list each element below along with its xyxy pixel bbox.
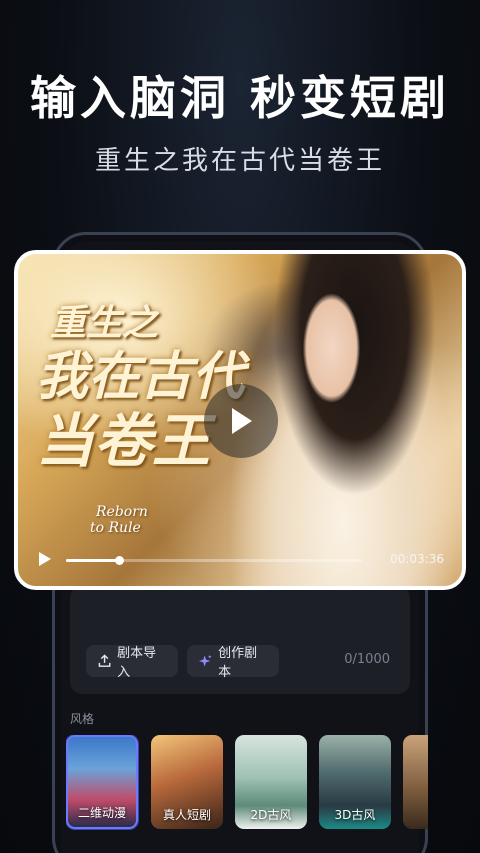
create-script-label: 创作剧本 xyxy=(218,646,258,680)
style-card-live-action[interactable]: 真人短剧 xyxy=(151,735,223,829)
style-card-list: 二维动漫 真人短剧 2D古风 3D古风 写 xyxy=(66,735,428,833)
style-card-label: 二维动漫 xyxy=(77,806,126,820)
style-card-2d-ancient[interactable]: 2D古风 xyxy=(235,735,307,829)
play-icon xyxy=(232,408,252,434)
style-card-label: 2D古风 xyxy=(250,808,292,822)
style-card-label: 真人短剧 xyxy=(162,808,211,822)
style-card-label: 3D古风 xyxy=(334,808,376,822)
script-import-button[interactable]: 剧本导入 xyxy=(86,645,178,680)
sparkle-icon xyxy=(199,654,212,667)
video-controls: 00:03:36 xyxy=(38,548,444,572)
promo-subline: 重生之我在古代当卷王 xyxy=(94,146,385,176)
small-play-icon[interactable] xyxy=(38,551,52,567)
promo-headline: 输入脑洞 秒变短剧 xyxy=(29,71,450,125)
style-section-label: 风格 xyxy=(70,712,95,726)
script-import-label: 剧本导入 xyxy=(117,646,157,680)
video-time: 00:03:36 xyxy=(390,552,444,566)
video-player[interactable]: 重生之 我在古代 当卷王 Reborn to Rule 00:03:36 xyxy=(14,250,466,590)
create-script-button[interactable]: 创作剧本 xyxy=(187,645,279,680)
video-english-title: Reborn to Rule xyxy=(90,504,148,536)
video-progress-handle[interactable] xyxy=(115,556,125,565)
video-title-line: 重生之 xyxy=(50,302,159,344)
video-play-button[interactable] xyxy=(204,384,278,458)
video-progress-fill xyxy=(66,559,120,562)
character-counter: 0/1000 xyxy=(344,652,390,667)
style-card-realistic[interactable]: 写 xyxy=(403,735,428,829)
style-card-label: 写 xyxy=(403,806,428,823)
style-card-3d-ancient[interactable]: 3D古风 xyxy=(319,735,391,829)
video-english-line: Reborn xyxy=(96,504,148,520)
video-progress-track[interactable] xyxy=(66,556,362,565)
video-english-line: to Rule xyxy=(90,520,141,536)
upload-icon xyxy=(98,654,111,667)
style-card-anime[interactable]: 二维动漫 xyxy=(66,735,138,829)
